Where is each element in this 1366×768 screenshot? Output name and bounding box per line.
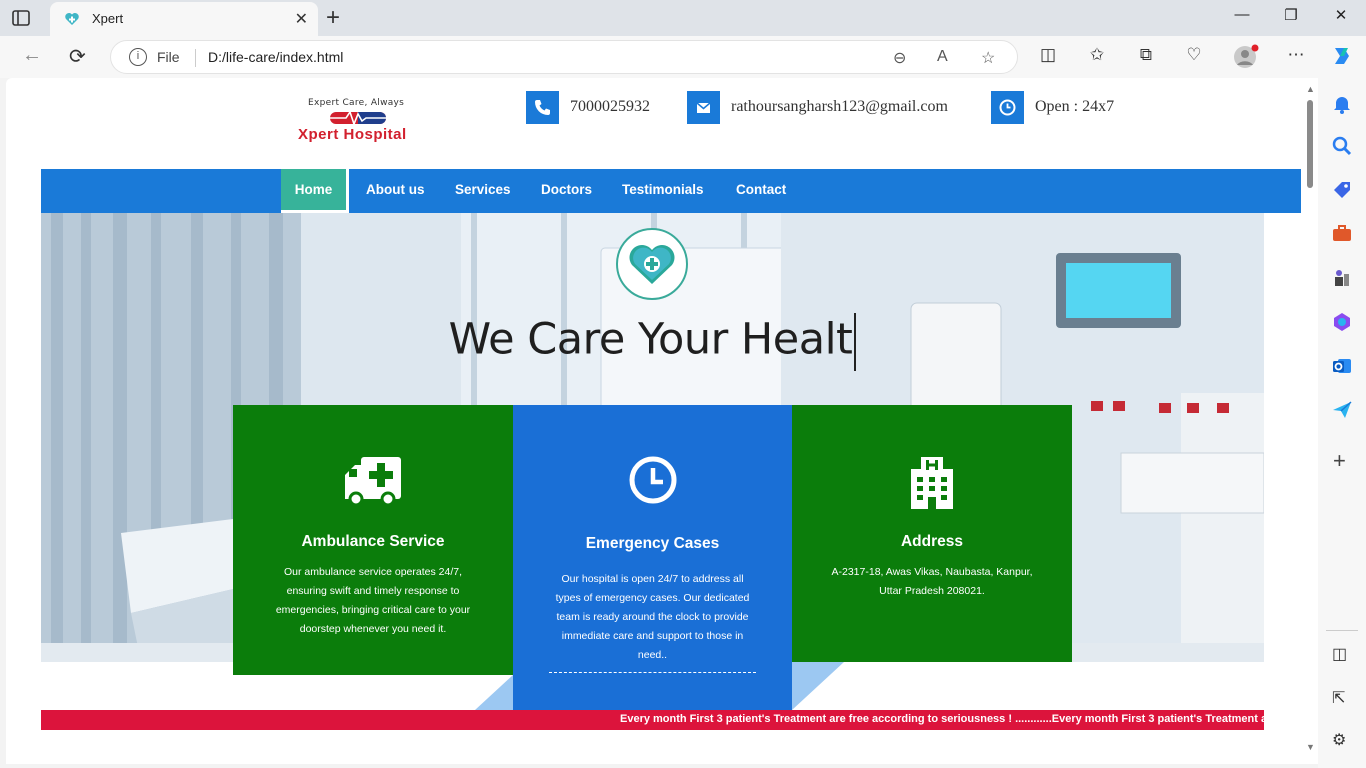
card-ambulance: Ambulance Service Our ambulance service … [233, 405, 513, 675]
address-url[interactable]: D:/life-care/index.html [208, 49, 343, 65]
profile-avatar[interactable] [1233, 44, 1259, 70]
outlook-icon[interactable] [1330, 354, 1354, 378]
search-icon[interactable] [1330, 134, 1354, 158]
back-arrow-icon[interactable]: ← [22, 44, 42, 67]
hospital-building-icon [792, 455, 1072, 516]
card-emergency: Emergency Cases Our hospital is open 24/… [513, 405, 792, 710]
card-emergency-divider [549, 672, 756, 673]
tab-close-icon[interactable]: ✕ [295, 9, 308, 29]
restore-button[interactable]: ❐ [1271, 6, 1311, 24]
card-triangle-right [792, 662, 844, 710]
settings-gear-icon[interactable]: ⚙ [1332, 730, 1346, 750]
collections-icon[interactable]: ⧉ [1134, 45, 1158, 65]
envelope-icon [687, 91, 720, 124]
send-paperplane-icon[interactable] [1330, 398, 1354, 422]
bell-icon[interactable] [1330, 92, 1354, 116]
games-chess-icon[interactable] [1330, 266, 1354, 290]
card-ambulance-title: Ambulance Service [301, 533, 445, 550]
browser-titlebar: Xpert ✕ + — ❐ ✕ [0, 0, 1366, 36]
logo-ecg-icon [328, 110, 388, 127]
page-scrollbar[interactable]: ▲ ▼ [1303, 78, 1318, 764]
site-logo[interactable]: Expert Care, Always Xpert Hospital [296, 96, 436, 146]
scroll-down-arrow-icon[interactable]: ▼ [1306, 742, 1315, 752]
browser-toolbar: ← ⟳ i File D:/life-care/index.html ⊖ A ☆ [0, 36, 1366, 78]
add-sidebar-app-icon[interactable]: + [1333, 448, 1346, 474]
sidebar-panel-icon[interactable]: ◫ [1332, 644, 1347, 664]
main-navbar: Home About us Services Doctors Testimoni… [41, 169, 1301, 213]
tab-title: Xpert [92, 11, 124, 26]
ticker-text: Every month First 3 patient's Treatment … [620, 713, 1264, 725]
browser-essentials-icon[interactable]: ♡ [1182, 45, 1206, 65]
scroll-up-arrow-icon[interactable]: ▲ [1306, 84, 1315, 94]
read-aloud-icon[interactable]: A [937, 48, 948, 66]
phone-number[interactable]: 7000025932 [570, 98, 650, 116]
zoom-out-icon[interactable]: ⊖ [893, 48, 906, 68]
nav-home[interactable]: Home [281, 169, 349, 213]
email-address[interactable]: rathoursangharsh123@gmail.com [731, 98, 948, 116]
close-window-button[interactable]: ✕ [1321, 6, 1361, 24]
address-bar[interactable]: i File D:/life-care/index.html ⊖ A ☆ [110, 40, 1018, 74]
address-divider [195, 49, 196, 67]
logo-tagline: Expert Care, Always [308, 98, 405, 108]
card-ambulance-text: Our ambulance service operates 24/7, ens… [275, 566, 471, 635]
nav-testimonials[interactable]: Testimonials [622, 169, 704, 213]
opening-hours: Open : 24x7 [1035, 98, 1115, 115]
logo-name: Xpert Hospital [298, 126, 407, 143]
microsoft-365-icon[interactable] [1330, 310, 1354, 334]
heart-medical-icon [616, 228, 688, 300]
card-address-text: A-2317-18, Awas Vikas, Naubasta, Kanpur,… [831, 566, 1033, 597]
minimize-button[interactable]: — [1222, 6, 1262, 23]
address-scheme: File [157, 49, 180, 65]
page-viewport: Expert Care, Always Xpert Hospital 70000… [6, 78, 1318, 764]
copilot-icon[interactable] [1330, 44, 1354, 68]
edge-sidebar: + ◫ ⇱ ⚙ [1318, 78, 1366, 768]
shopping-tag-icon[interactable] [1330, 178, 1354, 202]
phone-icon [526, 91, 559, 124]
tools-briefcase-icon[interactable] [1330, 222, 1354, 246]
favorite-star-icon[interactable]: ☆ [981, 48, 995, 68]
card-address: Address A-2317-18, Awas Vikas, Naubasta,… [792, 405, 1072, 662]
refresh-icon[interactable]: ⟳ [69, 44, 86, 69]
nav-doctors[interactable]: Doctors [541, 169, 592, 213]
clock-large-icon [513, 455, 792, 510]
split-screen-icon[interactable]: ◫ [1036, 45, 1060, 65]
card-triangle-left [475, 675, 513, 710]
new-tab-button[interactable]: + [326, 4, 340, 32]
info-icon[interactable]: i [129, 48, 147, 66]
clock-icon [991, 91, 1024, 124]
hero-title: We Care Your Healt [41, 313, 1264, 371]
sidebar-divider [1326, 630, 1358, 631]
favorites-icon[interactable]: ✩ [1085, 45, 1109, 65]
card-emergency-title: Emergency Cases [585, 535, 720, 552]
tab-actions-icon[interactable] [10, 7, 32, 29]
ambulance-icon [233, 455, 513, 510]
open-external-icon[interactable]: ⇱ [1332, 688, 1345, 708]
nav-contact[interactable]: Contact [736, 169, 786, 213]
scroll-thumb[interactable] [1307, 100, 1313, 188]
heart-favicon-icon [65, 13, 79, 25]
nav-services[interactable]: Services [455, 169, 511, 213]
news-ticker: Every month First 3 patient's Treatment … [41, 710, 1264, 730]
card-address-title: Address [900, 533, 964, 550]
typing-caret [854, 313, 857, 371]
card-emergency-text: Our hospital is open 24/7 to address all… [555, 573, 750, 661]
nav-about[interactable]: About us [366, 169, 425, 213]
more-menu-icon[interactable]: ⋯ [1284, 45, 1308, 65]
browser-tab[interactable]: Xpert ✕ [50, 2, 318, 36]
site-header: Expert Care, Always Xpert Hospital 70000… [41, 78, 1301, 169]
